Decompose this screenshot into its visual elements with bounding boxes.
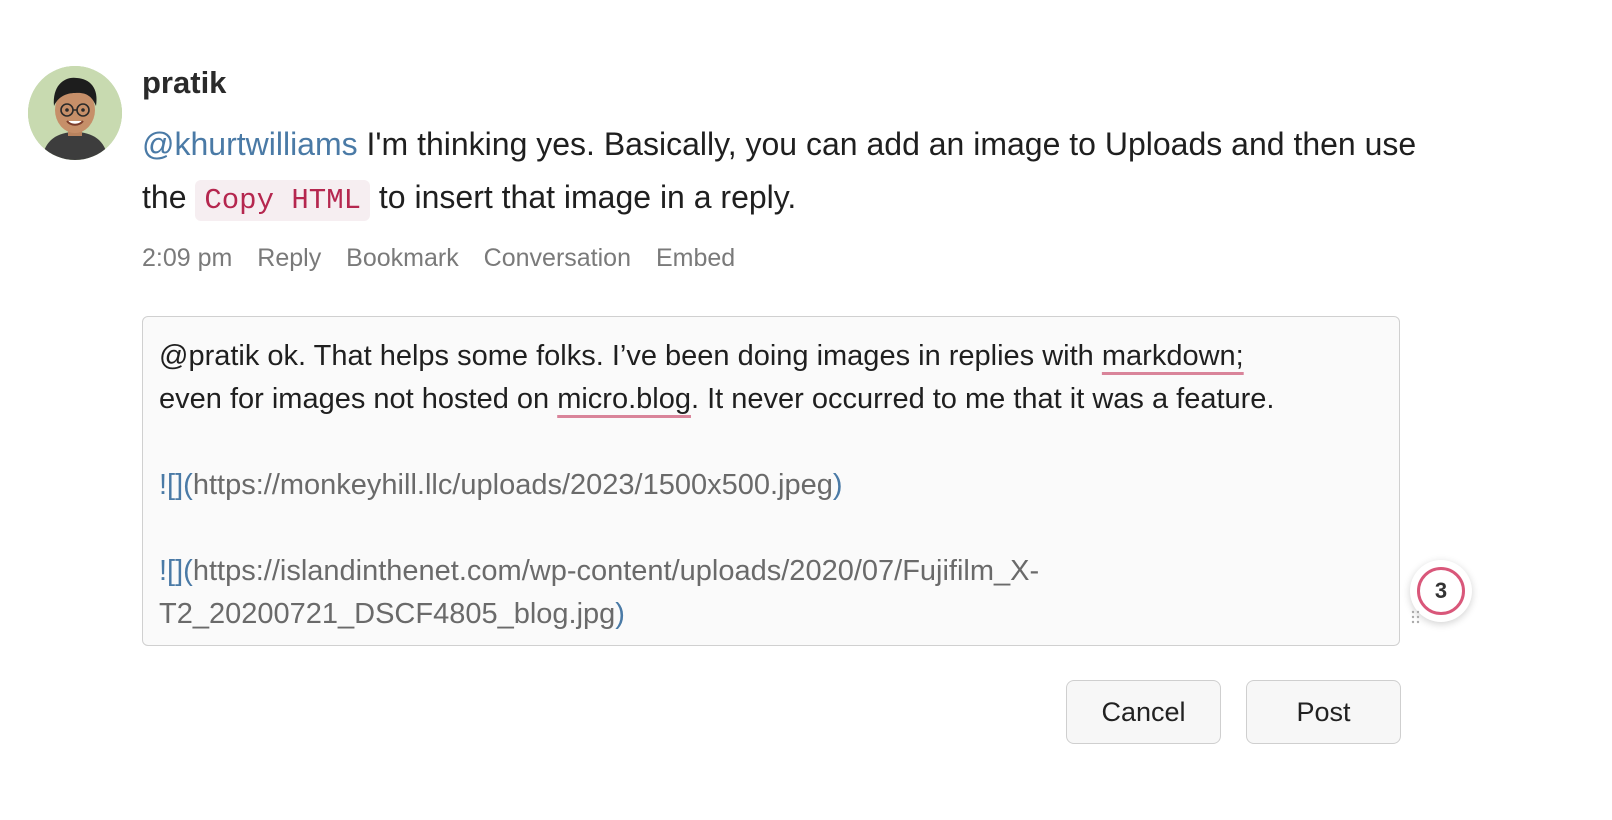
markdown-syntax: ![]( bbox=[159, 555, 193, 587]
post-content: pratik @khurtwilliams I'm thinking yes. … bbox=[142, 66, 1432, 275]
cancel-button[interactable]: Cancel bbox=[1066, 680, 1221, 744]
markdown-url: https://monkeyhill.llc/uploads/2023/1500… bbox=[192, 469, 833, 501]
avatar-memoji-icon bbox=[28, 66, 122, 160]
mention-link[interactable]: @khurtwilliams bbox=[142, 126, 358, 162]
reply-text: @pratik ok. That helps some folks. I’ve … bbox=[159, 340, 1102, 372]
resize-grip-icon[interactable] bbox=[1411, 610, 1421, 624]
post-time-link[interactable]: 2:09 pm bbox=[142, 244, 232, 272]
markdown-image-line: ![](https://monkeyhill.llc/uploads/2023/… bbox=[159, 464, 1383, 507]
markdown-image-line: ![](https://islandinthenet.com/wp-conten… bbox=[159, 550, 1383, 593]
reply-textarea[interactable]: @pratik ok. That helps some folks. I’ve … bbox=[142, 316, 1400, 646]
reply-link[interactable]: Reply bbox=[257, 244, 321, 272]
inline-code: Copy HTML bbox=[195, 180, 371, 221]
conversation-link[interactable]: Conversation bbox=[484, 244, 631, 272]
spellcheck-word: markdown; bbox=[1101, 340, 1244, 372]
badge-count: 3 bbox=[1417, 567, 1465, 615]
markdown-image-line-cont: T2_20200721_DSCF4805_blog.jpg) bbox=[159, 593, 1383, 636]
markdown-syntax: ) bbox=[615, 598, 625, 630]
markdown-url: T2_20200721_DSCF4805_blog.jpg bbox=[159, 598, 616, 630]
markdown-url: https://islandinthenet.com/wp-content/up… bbox=[192, 555, 1040, 587]
post-meta: 2:09 pm Reply Bookmark Conversation Embe… bbox=[142, 241, 1432, 275]
embed-link[interactable]: Embed bbox=[656, 244, 735, 272]
bookmark-link[interactable]: Bookmark bbox=[346, 244, 459, 272]
markdown-syntax: ) bbox=[832, 469, 843, 501]
post-author[interactable]: pratik bbox=[142, 66, 1432, 106]
spellcheck-word: micro.blog bbox=[557, 383, 691, 415]
message-text-after-code: to insert that image in a reply. bbox=[370, 179, 797, 215]
reply-line: even for images not hosted on micro.blog… bbox=[159, 378, 1383, 421]
reply-text: . It never occurred to me that it was a … bbox=[690, 383, 1275, 415]
post-button[interactable]: Post bbox=[1246, 680, 1401, 744]
reply-text: even for images not hosted on bbox=[159, 383, 558, 415]
markdown-syntax: ![]( bbox=[159, 469, 193, 501]
avatar[interactable] bbox=[28, 66, 122, 160]
post-message: @khurtwilliams I'm thinking yes. Basical… bbox=[142, 118, 1432, 227]
reply-line: @pratik ok. That helps some folks. I’ve … bbox=[159, 335, 1383, 378]
